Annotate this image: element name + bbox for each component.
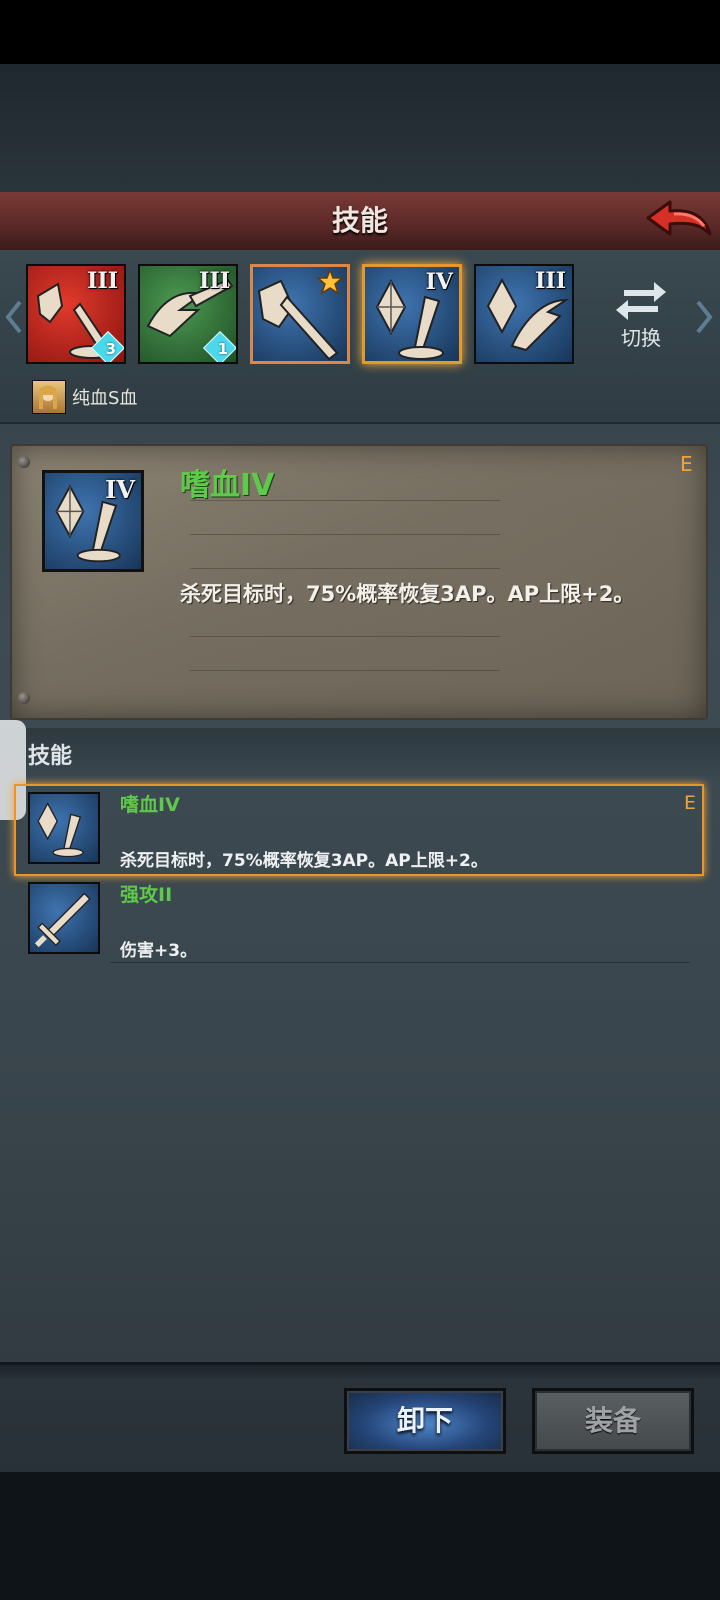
list-skill-description: 伤害+3。	[120, 941, 198, 961]
skill-list-item-2[interactable]	[14, 880, 704, 964]
backdrop	[0, 64, 720, 192]
skill-slot-1[interactable]: III 3	[26, 264, 126, 364]
detail-grade: E	[680, 452, 693, 476]
divider	[190, 670, 500, 671]
status-bar	[0, 0, 720, 64]
header-bar: 技能	[0, 192, 720, 253]
skill-slot-4[interactable]: IV	[362, 264, 462, 364]
detail-skill-icon: IV	[42, 470, 144, 572]
divider	[190, 534, 500, 535]
list-skill-description: 杀死目标时，75%概率恢复3AP。AP上限+2。	[120, 851, 488, 871]
list-skill-icon	[28, 882, 100, 954]
skill-slot-2[interactable]: III 1	[138, 264, 238, 364]
back-button[interactable]	[644, 196, 714, 248]
rivet-icon	[18, 692, 30, 704]
list-skill-name: 嗜血IV	[120, 794, 180, 816]
chevron-left-icon	[5, 300, 22, 334]
detail-description: 杀死目标时，75%概率恢复3AP。AP上限+2。	[180, 582, 635, 606]
scroll-right-button[interactable]	[694, 300, 714, 334]
scroll-left-button[interactable]	[4, 300, 24, 334]
portrait-icon	[39, 385, 57, 409]
swap-arrows-icon	[616, 282, 666, 320]
hero-portrait	[32, 380, 66, 414]
slot-rank: III	[535, 268, 566, 294]
crystal-sword-icon	[37, 802, 84, 858]
divider	[190, 636, 500, 637]
bloodline-label: 纯血S血	[72, 388, 138, 409]
back-arrow-icon	[646, 200, 712, 236]
slot-count: 3	[105, 340, 116, 358]
rivet-icon	[18, 456, 30, 468]
star-icon	[317, 269, 343, 295]
page-title: 技能	[331, 204, 388, 237]
list-skill-grade: E	[684, 792, 697, 814]
skill-slot-5[interactable]: III	[474, 264, 574, 364]
skill-slot-3[interactable]	[250, 264, 350, 364]
divider	[190, 568, 500, 569]
slot-rank: III	[87, 268, 118, 294]
slot-rank: III	[199, 268, 230, 294]
switch-label: 切换	[621, 326, 661, 350]
divider	[190, 500, 500, 501]
slot-rank: IV	[425, 269, 453, 295]
unequip-button[interactable]: 卸下	[344, 1388, 506, 1454]
equip-button[interactable]: 装备	[532, 1388, 694, 1454]
slot-count: 1	[217, 340, 228, 358]
navigation-bar	[0, 1472, 720, 1600]
divider	[110, 962, 690, 963]
detail-skill-name: 嗜血IV	[180, 468, 275, 503]
skills-section-header	[0, 728, 720, 780]
switch-button[interactable]: 切换	[610, 278, 672, 354]
list-skill-name: 强攻II	[120, 884, 173, 906]
section-title: 技能	[28, 744, 73, 769]
list-skill-icon	[28, 792, 100, 864]
detail-rank: IV	[105, 475, 135, 504]
chevron-right-icon	[696, 300, 713, 334]
sword-icon	[34, 892, 91, 948]
